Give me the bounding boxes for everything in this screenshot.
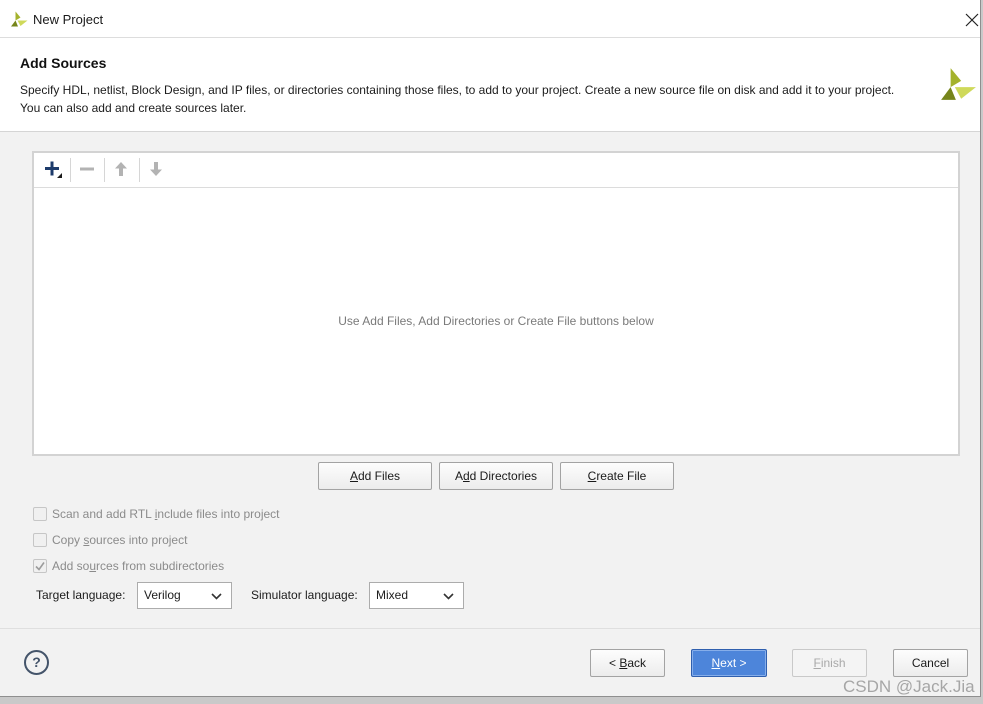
copy-sources-checkbox[interactable]	[33, 533, 47, 547]
simulator-language-value: Mixed	[376, 588, 409, 602]
sources-panel: Use Add Files, Add Directories or Create…	[32, 151, 960, 456]
add-subdirectories-checkbox[interactable]	[33, 559, 47, 573]
empty-list-message: Use Add Files, Add Directories or Create…	[338, 314, 654, 328]
description-line: Specify HDL, netlist, Block Design, and …	[20, 83, 895, 97]
target-language-value: Verilog	[144, 588, 181, 602]
close-icon[interactable]	[965, 13, 979, 27]
back-label: < Back	[608, 656, 647, 670]
create-file-label: Create File	[587, 469, 647, 483]
chevron-down-icon	[443, 593, 454, 600]
add-files-label: Add Files	[349, 469, 401, 483]
toolbar-separator	[70, 158, 71, 182]
finish-button[interactable]: Finish	[792, 649, 867, 677]
option-label: Add sources from subdirectories	[52, 559, 225, 573]
chevron-down-icon	[211, 593, 222, 600]
checkmark-icon	[35, 562, 45, 571]
option-add-subdirectories: Add sources from subdirectories	[33, 558, 224, 574]
simulator-language-label: Simulator language:	[251, 588, 358, 602]
toolbar-separator	[139, 158, 140, 182]
add-directories-button[interactable]: Add Directories	[439, 462, 553, 490]
arrow-up-icon[interactable]	[115, 162, 127, 176]
cancel-button[interactable]: Cancel	[893, 649, 968, 677]
window-title: New Project	[33, 12, 104, 27]
watermark: CSDN @Jack.Jia	[843, 677, 975, 696]
next-button[interactable]: Next >	[691, 649, 767, 677]
add-files-button[interactable]: Add Files	[318, 462, 432, 490]
back-button[interactable]: < Back	[590, 649, 665, 677]
page-title: Add Sources	[20, 55, 107, 71]
sources-list[interactable]: Use Add Files, Add Directories or Create…	[34, 188, 958, 454]
description-line: You can also add and create sources late…	[20, 101, 247, 115]
option-scan-rtl-include: Scan and add RTL include files into proj…	[33, 506, 280, 522]
vivado-logo-icon	[939, 65, 977, 103]
toolbar-separator	[104, 158, 105, 182]
create-file-button[interactable]: Create File	[560, 462, 674, 490]
option-label: Scan and add RTL include files into proj…	[52, 507, 280, 521]
target-language-select[interactable]: Verilog	[137, 582, 232, 609]
option-label: Copy sources into project	[52, 533, 188, 547]
simulator-language-select[interactable]: Mixed	[369, 582, 464, 609]
sources-toolbar	[34, 153, 958, 188]
minus-icon[interactable]	[80, 167, 94, 171]
cancel-label: Cancel	[911, 656, 950, 670]
option-copy-sources: Copy sources into project	[33, 532, 187, 548]
page-description: Specify HDL, netlist, Block Design, and …	[20, 81, 894, 117]
new-project-dialog: New Project Add Sources Specify HDL, net…	[0, 0, 981, 697]
title-bar: New Project	[0, 0, 980, 38]
finish-label: Finish	[813, 656, 846, 670]
vivado-app-icon	[10, 10, 28, 28]
help-icon[interactable]: ?	[24, 650, 49, 675]
target-language-label: Target language:	[36, 588, 126, 602]
next-label: Next >	[711, 656, 747, 670]
add-directories-label: Add Directories	[454, 469, 538, 483]
arrow-down-icon[interactable]	[150, 162, 162, 176]
footer-divider	[0, 628, 980, 629]
plus-icon[interactable]	[43, 159, 63, 179]
scan-rtl-include-checkbox[interactable]	[33, 507, 47, 521]
page-header: Add Sources Specify HDL, netlist, Block …	[0, 38, 980, 132]
